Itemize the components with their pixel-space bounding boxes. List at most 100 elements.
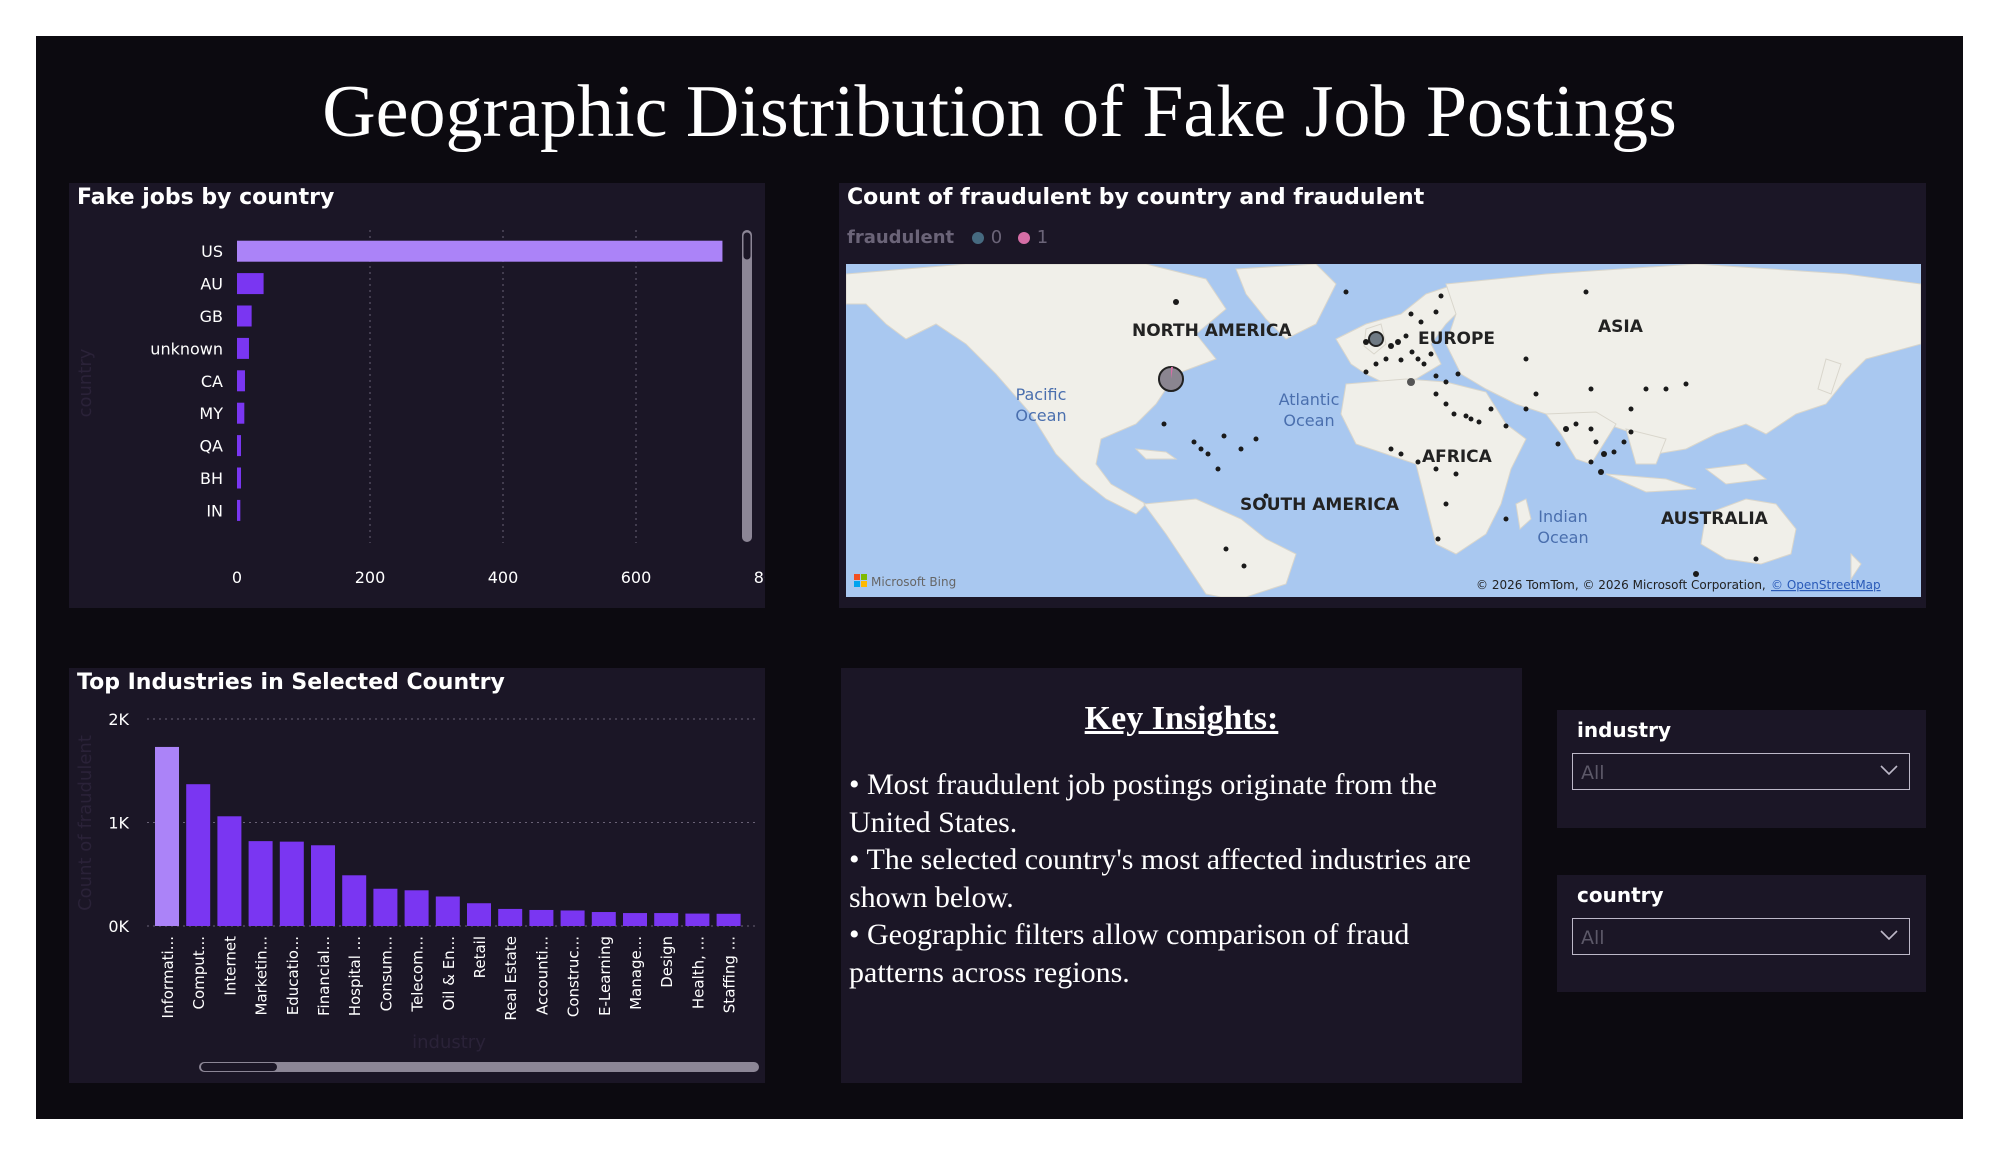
map-point[interactable] xyxy=(1191,439,1197,445)
map-point[interactable] xyxy=(1451,411,1457,417)
map-point[interactable] xyxy=(1588,386,1594,392)
bar[interactable] xyxy=(716,913,741,926)
map-point[interactable] xyxy=(1433,466,1439,472)
country-chart-panel[interactable]: Fake jobs by country 0200400600800USAUGB… xyxy=(69,183,765,608)
map-point[interactable] xyxy=(1533,391,1539,397)
map-point[interactable] xyxy=(1573,421,1579,427)
bar[interactable] xyxy=(237,402,245,424)
map-point[interactable] xyxy=(1241,563,1247,569)
map-point[interactable] xyxy=(1588,459,1594,465)
map-point[interactable] xyxy=(1523,406,1529,412)
scrollbar[interactable] xyxy=(742,230,752,542)
map-point[interactable] xyxy=(1205,451,1211,457)
map-point[interactable] xyxy=(1588,426,1594,432)
map-point[interactable] xyxy=(1563,426,1569,432)
bar[interactable] xyxy=(560,910,585,926)
map-point[interactable] xyxy=(1523,356,1529,362)
bar[interactable] xyxy=(498,908,523,926)
map-point[interactable] xyxy=(1453,471,1459,477)
map-point[interactable] xyxy=(1415,459,1421,465)
map-point[interactable] xyxy=(1408,311,1414,317)
map-point[interactable] xyxy=(1409,349,1415,355)
map-point[interactable] xyxy=(1621,439,1627,445)
bar[interactable] xyxy=(237,499,241,521)
bar[interactable] xyxy=(279,841,304,926)
map-point-gb[interactable] xyxy=(1368,331,1384,347)
industry-bar-chart[interactable]: 0K 1K 2K Informati... Comput... Internet Marke… xyxy=(69,668,765,1083)
map-point[interactable] xyxy=(1438,293,1444,299)
bar[interactable] xyxy=(237,240,723,262)
bar[interactable] xyxy=(237,370,245,392)
map-point[interactable] xyxy=(1238,446,1244,452)
bar[interactable] xyxy=(591,912,616,926)
map-point[interactable] xyxy=(1388,343,1394,349)
map-point[interactable] xyxy=(1403,333,1409,339)
bar[interactable] xyxy=(435,896,460,926)
map-point[interactable] xyxy=(1488,406,1494,412)
scrollbar-thumb[interactable] xyxy=(742,231,752,261)
map-point[interactable] xyxy=(1415,356,1421,362)
map-point[interactable] xyxy=(1398,357,1404,363)
bar[interactable] xyxy=(685,913,710,926)
map-point[interactable] xyxy=(1598,469,1604,475)
map-point[interactable] xyxy=(1161,421,1167,427)
map-point[interactable] xyxy=(1428,351,1434,357)
bar[interactable] xyxy=(237,435,241,457)
bar[interactable] xyxy=(155,746,179,926)
map-point[interactable] xyxy=(1223,546,1229,552)
map-point[interactable] xyxy=(1503,516,1509,522)
map-point[interactable] xyxy=(1373,361,1379,367)
map-point[interactable] xyxy=(1643,386,1649,392)
map-point[interactable] xyxy=(1418,319,1424,325)
industry-dropdown[interactable]: All xyxy=(1572,753,1910,790)
map-point[interactable] xyxy=(1383,356,1389,362)
bar[interactable] xyxy=(248,841,273,926)
bar[interactable] xyxy=(237,467,241,489)
bar[interactable] xyxy=(342,875,367,926)
map-point[interactable] xyxy=(1433,391,1439,397)
country-dropdown[interactable]: All xyxy=(1572,918,1910,955)
map-point[interactable] xyxy=(1443,401,1449,407)
map-point[interactable] xyxy=(1221,433,1227,439)
map-point[interactable] xyxy=(1215,466,1221,472)
bar[interactable] xyxy=(237,305,252,327)
bar[interactable] xyxy=(237,273,264,295)
map-point[interactable] xyxy=(1593,439,1599,445)
bar[interactable] xyxy=(404,890,429,926)
map-point[interactable] xyxy=(1173,299,1179,305)
map-attribution-link[interactable]: © OpenStreetMap xyxy=(1771,578,1881,592)
map-point[interactable] xyxy=(1611,449,1617,455)
scrollbar[interactable] xyxy=(199,1062,759,1072)
bar[interactable] xyxy=(237,337,249,359)
map-point[interactable] xyxy=(1443,379,1449,385)
map-point[interactable] xyxy=(1395,339,1401,345)
map-point[interactable] xyxy=(1198,446,1204,452)
map-point[interactable] xyxy=(1628,406,1634,412)
world-map[interactable]: NORTH AMERICA EUROPE ASIA AFRICA SOUTH A… xyxy=(846,264,1921,597)
map-point[interactable] xyxy=(1435,536,1441,542)
map-point[interactable] xyxy=(1583,289,1589,295)
map-point[interactable] xyxy=(1407,378,1415,386)
map-point[interactable] xyxy=(1468,416,1474,422)
scrollbar-thumb[interactable] xyxy=(201,1063,277,1071)
bar[interactable] xyxy=(311,845,335,926)
map-point[interactable] xyxy=(1555,441,1561,447)
map-point[interactable] xyxy=(1683,381,1689,387)
map-point[interactable] xyxy=(1443,501,1449,507)
bar[interactable] xyxy=(467,903,491,926)
country-bar-chart[interactable]: 0 200 400 600 800 US AU GB unknown CA MY QA BH IN Sum … xyxy=(69,183,765,608)
map-point[interactable] xyxy=(1433,309,1439,315)
bar[interactable] xyxy=(529,909,554,926)
map-point[interactable] xyxy=(1476,419,1482,425)
map-point[interactable] xyxy=(1601,451,1607,457)
bar[interactable] xyxy=(217,816,242,926)
map-point[interactable] xyxy=(1253,436,1259,442)
map-point[interactable] xyxy=(1343,289,1349,295)
bar[interactable] xyxy=(373,888,398,926)
bar[interactable] xyxy=(186,784,211,926)
map-point[interactable] xyxy=(1398,451,1404,457)
map-panel[interactable]: Count of fraudulent by country and fraud… xyxy=(839,183,1926,608)
map-point[interactable] xyxy=(1455,371,1461,377)
map-point[interactable] xyxy=(1421,361,1427,367)
bar[interactable] xyxy=(623,913,647,926)
